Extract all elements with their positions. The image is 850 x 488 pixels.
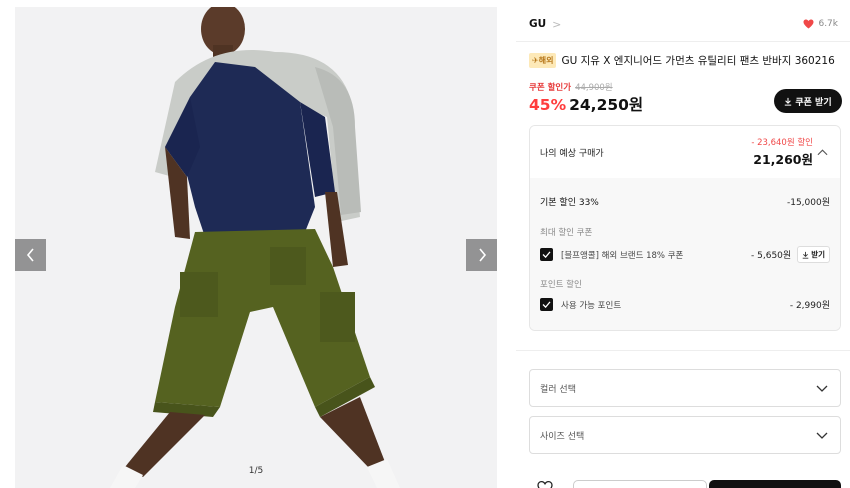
- point-item-row: 사용 가능 포인트 - 2,990원: [540, 298, 830, 311]
- image-counter: 1/5: [248, 466, 264, 476]
- expected-price-toggle[interactable]: 나의 예상 구매가 - 23,640원 할인 21,260원: [530, 126, 840, 178]
- color-select-placeholder: 컬러 선택: [540, 384, 576, 395]
- sale-price: 24,250원: [569, 96, 644, 114]
- check-icon: [542, 301, 551, 308]
- product-title-row: ✈해외 GU 지유 X 엔지니어드 가먼츠 유틸리티 팬츠 반바지 360216: [529, 53, 842, 68]
- coupon-item-get-label: 받기: [811, 250, 825, 259]
- divider: [516, 41, 850, 42]
- brand-row: GU > 6.7k: [529, 17, 838, 31]
- basic-discount-amount: -15,000원: [786, 198, 830, 208]
- point-item-amount: - 2,990원: [789, 301, 830, 311]
- chevron-right-icon: >: [552, 17, 562, 31]
- get-coupon-button[interactable]: 쿠폰 받기: [774, 89, 842, 113]
- buy-now-button[interactable]: [709, 480, 841, 488]
- point-checkbox[interactable]: [540, 298, 553, 311]
- divider: [516, 350, 850, 351]
- expected-price-label: 나의 예상 구매가: [540, 148, 604, 159]
- discount-rate: 45%: [529, 96, 567, 114]
- coupon-item-label: [블프앵콜] 해외 브랜드 18% 쿠폰: [561, 250, 684, 261]
- max-coupon-heading: 최대 할인 쿠폰: [540, 228, 593, 238]
- download-icon: [802, 251, 809, 259]
- gallery-prev-button[interactable]: [15, 239, 46, 271]
- coupon-item-row: [블프앵콜] 해외 브랜드 18% 쿠폰 - 5,650원 받기: [540, 246, 830, 263]
- point-discount-heading: 포인트 할인: [540, 280, 582, 290]
- price-row: 45% 24,250원: [529, 93, 643, 115]
- get-coupon-label: 쿠폰 받기: [795, 97, 832, 108]
- coupon-item-get-button[interactable]: 받기: [797, 246, 830, 263]
- heart-icon: [803, 19, 814, 29]
- check-icon: [542, 251, 551, 258]
- expected-price-box: 나의 예상 구매가 - 23,640원 할인 21,260원 기본 할인 33%…: [529, 125, 841, 331]
- download-icon: [785, 97, 792, 106]
- product-photo: [15, 7, 497, 488]
- basic-discount-row: 기본 할인 33% -15,000원: [540, 195, 830, 208]
- coupon-item-amount: - 5,650원: [751, 251, 792, 261]
- basic-discount-label: 기본 할인 33%: [540, 198, 599, 208]
- product-image-gallery[interactable]: 1/5: [15, 7, 497, 488]
- product-info-panel: GU > 6.7k ✈해외 GU 지유 X 엔지니어드 가먼츠 유틸리티 팬츠 …: [516, 7, 850, 488]
- brand-link[interactable]: GU >: [529, 18, 561, 31]
- expected-discount: - 23,640원 할인: [751, 138, 813, 148]
- expected-price-values: - 23,640원 할인 21,260원: [751, 136, 828, 168]
- chevron-down-icon: [816, 385, 828, 392]
- gallery-next-button[interactable]: [466, 239, 497, 271]
- size-select-placeholder: 사이즈 선택: [540, 431, 585, 442]
- wishlist-heart-icon[interactable]: [536, 481, 554, 488]
- expected-price-details: 기본 할인 33% -15,000원 최대 할인 쿠폰 [블프앵콜] 해외 브랜…: [530, 178, 840, 330]
- brand-name: GU: [529, 18, 547, 30]
- size-select[interactable]: 사이즈 선택: [529, 416, 841, 454]
- overseas-badge: ✈해외: [529, 53, 557, 68]
- color-select[interactable]: 컬러 선택: [529, 369, 841, 407]
- coupon-checkbox[interactable]: [540, 248, 553, 261]
- original-price: 44,900원: [575, 83, 613, 93]
- like-button[interactable]: 6.7k: [803, 19, 838, 29]
- expected-price: 21,260원: [753, 152, 813, 167]
- chevron-up-icon: [817, 148, 828, 155]
- chevron-right-icon: [478, 248, 486, 262]
- like-count: 6.7k: [818, 19, 838, 29]
- point-item-label: 사용 가능 포인트: [561, 300, 622, 311]
- chevron-down-icon: [816, 432, 828, 439]
- add-to-cart-button[interactable]: [573, 480, 707, 488]
- coupon-price-label-row: 쿠폰 할인가 44,900원: [529, 81, 613, 93]
- coupon-price-label: 쿠폰 할인가: [529, 83, 572, 93]
- product-title: GU 지유 X 엔지니어드 가먼츠 유틸리티 팬츠 반바지 360216: [561, 55, 835, 67]
- chevron-left-icon: [26, 248, 34, 262]
